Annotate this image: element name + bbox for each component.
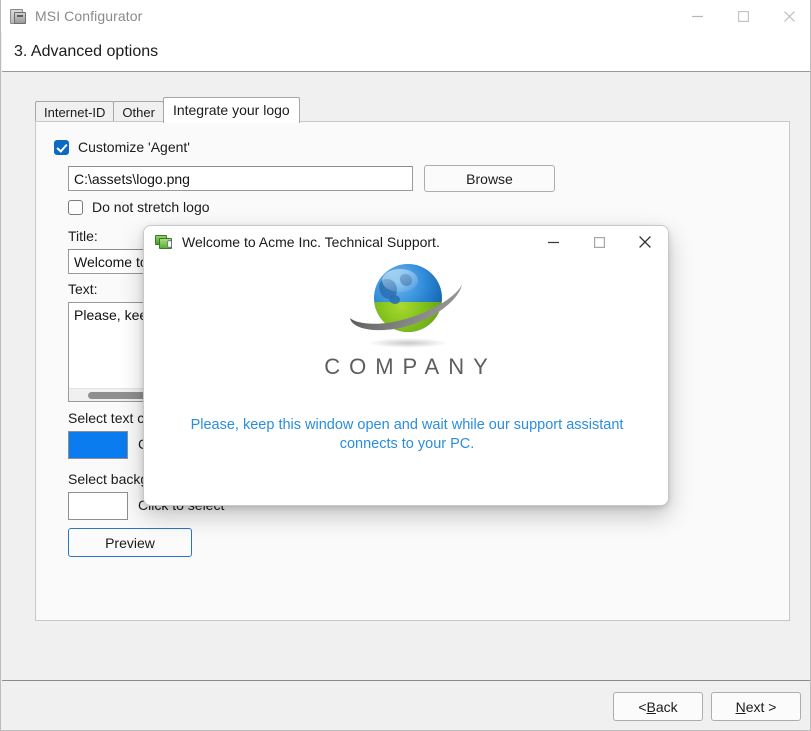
do-not-stretch-checkbox-row[interactable]: Do not stretch logo <box>68 199 210 215</box>
tab-strip: Internet-ID Other Integrate your logo <box>35 97 300 123</box>
back-button-prefix: < <box>638 698 647 715</box>
dialog-minimize-icon[interactable] <box>530 226 576 258</box>
customize-agent-label: Customize 'Agent' <box>78 139 190 155</box>
window-controls <box>674 0 810 32</box>
dialog-message: Please, keep this window open and wait w… <box>190 417 624 452</box>
preview-button[interactable]: Preview <box>68 528 192 557</box>
company-logo: COMPANY <box>144 260 668 380</box>
msi-configurator-window: MSI Configurator 3. Advanced options Int… <box>0 0 811 731</box>
customize-agent-checkbox[interactable] <box>54 139 69 155</box>
logo-preview-dialog: Welcome to Acme Inc. Technical Support. <box>143 225 669 506</box>
dialog-title: Welcome to Acme Inc. Technical Support. <box>182 234 440 250</box>
company-wordmark: COMPANY <box>324 354 497 379</box>
tab-other[interactable]: Other <box>113 101 164 123</box>
close-icon[interactable] <box>766 0 810 32</box>
logo-path-input[interactable]: C:\assets\logo.png <box>68 166 413 191</box>
tab-integrate-your-logo[interactable]: Integrate your logo <box>162 97 300 123</box>
next-button-mnemonic: N <box>735 698 746 715</box>
minimize-icon[interactable] <box>674 0 720 32</box>
back-button[interactable]: < Back <box>613 692 703 721</box>
background-color-swatch[interactable] <box>68 492 128 520</box>
window-title: MSI Configurator <box>35 8 143 24</box>
text-color-swatch[interactable] <box>68 431 128 459</box>
dialog-titlebar: Welcome to Acme Inc. Technical Support. <box>144 226 668 258</box>
globe-swoosh-icon <box>340 260 472 352</box>
customize-agent-checkbox-row[interactable]: Customize 'Agent' <box>54 139 190 155</box>
tab-internet-id[interactable]: Internet-ID <box>35 101 115 123</box>
wizard-footer: < Back Next > <box>2 680 810 730</box>
remote-desktop-icon <box>155 233 173 251</box>
next-button-suffix: ext > <box>745 698 777 715</box>
msi-installer-icon <box>7 5 29 27</box>
browse-button[interactable]: Browse <box>424 165 555 192</box>
next-button[interactable]: Next > <box>711 692 801 721</box>
text-field-label: Text: <box>68 281 98 297</box>
back-button-mnemonic: B <box>646 698 656 715</box>
dialog-maximize-icon[interactable] <box>576 226 622 258</box>
dialog-window-controls <box>530 226 668 258</box>
maximize-icon[interactable] <box>720 0 766 32</box>
swoosh-ring <box>350 284 462 331</box>
back-button-suffix: ack <box>655 698 678 715</box>
window-titlebar: MSI Configurator <box>1 0 810 32</box>
page-title: 3. Advanced options <box>14 42 159 60</box>
dialog-close-icon[interactable] <box>622 226 668 258</box>
title-field-label: Title: <box>68 228 98 244</box>
page-header: 3. Advanced options <box>2 32 810 72</box>
do-not-stretch-label: Do not stretch logo <box>92 199 210 215</box>
do-not-stretch-checkbox[interactable] <box>68 199 83 215</box>
